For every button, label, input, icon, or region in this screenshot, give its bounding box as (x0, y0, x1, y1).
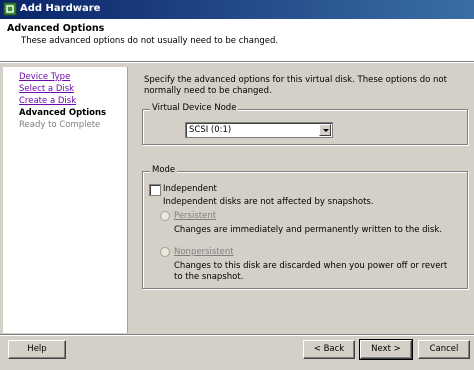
nav-step-ready-to-complete: Ready to Complete (19, 120, 101, 130)
persistent-description: Changes are immediately and permanently … (174, 225, 442, 235)
device-node-group: Virtual Device Node SCSI (0:1) (142, 103, 468, 145)
persistent-radio[interactable] (160, 211, 170, 221)
back-button[interactable]: < Back (303, 340, 355, 359)
page-title: Advanced Options (7, 23, 105, 34)
independent-label[interactable]: Independent (163, 184, 217, 194)
nonpersistent-description: Changes to this disk are discarded when … (174, 261, 448, 282)
nav-step-device-type[interactable]: Device Type (19, 72, 70, 82)
nonpersistent-label[interactable]: Nonpersistent (174, 247, 234, 257)
independent-checkbox[interactable] (149, 184, 161, 196)
vm-hardware-icon (3, 2, 17, 16)
cancel-button[interactable]: Cancel (418, 340, 470, 359)
next-button[interactable]: Next > (359, 339, 413, 360)
title-bar[interactable]: Add Hardware (0, 0, 474, 19)
mode-group: Mode Independent Independent disks are n… (142, 165, 468, 289)
nav-step-select-disk[interactable]: Select a Disk (19, 84, 74, 94)
help-button[interactable]: Help (8, 340, 66, 359)
device-node-select[interactable]: SCSI (0:1) (185, 122, 333, 138)
window-title: Add Hardware (20, 3, 101, 14)
wizard-steps-nav: Device Type Select a Disk Create a Disk … (3, 67, 128, 333)
header-divider (0, 62, 474, 63)
device-node-group-label: Virtual Device Node (150, 103, 239, 113)
persistent-label[interactable]: Persistent (174, 211, 216, 221)
nav-step-create-disk[interactable]: Create a Disk (19, 96, 76, 106)
wizard-header: Advanced Options These advanced options … (0, 19, 474, 62)
intro-text: Specify the advanced options for this vi… (144, 75, 447, 96)
device-node-value: SCSI (0:1) (189, 125, 232, 135)
wizard-content: Specify the advanced options for this vi… (128, 67, 471, 333)
footer-divider-highlight (0, 335, 474, 336)
mode-group-label: Mode (150, 165, 178, 175)
nav-step-advanced-options: Advanced Options (19, 108, 107, 118)
nonpersistent-radio[interactable] (160, 247, 170, 257)
chevron-down-icon[interactable] (319, 124, 331, 136)
independent-description: Independent disks are not affected by sn… (163, 197, 374, 207)
page-subtitle: These advanced options do not usually ne… (21, 36, 279, 46)
